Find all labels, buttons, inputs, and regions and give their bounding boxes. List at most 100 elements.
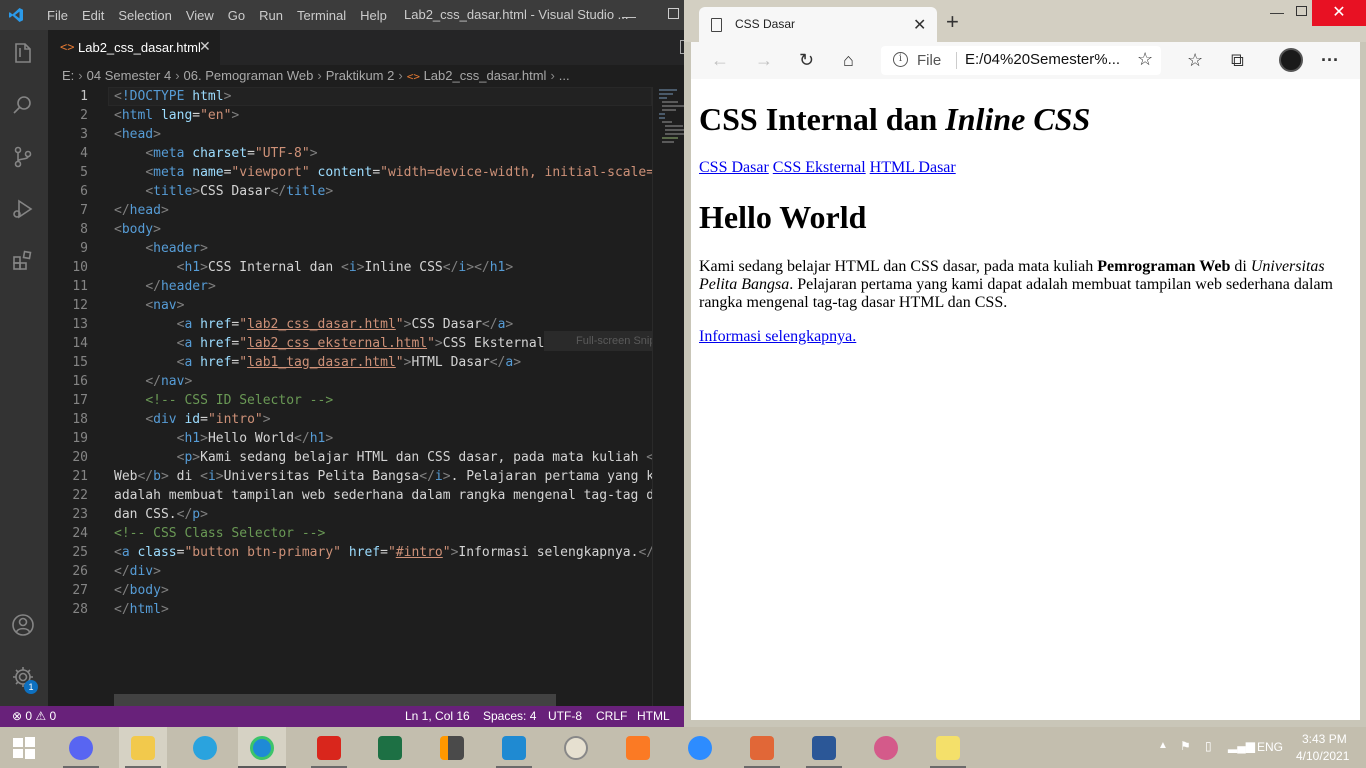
tab-lab2-css-dasar[interactable]: <> Lab2_css_dasar.html ✕ [48,30,220,65]
menu-edit[interactable]: Edit [75,8,111,23]
code-line[interactable]: </div> [114,562,161,581]
breadcrumb-course[interactable]: 06. Pemograman Web [184,68,314,83]
home-icon[interactable]: ⌂ [843,49,854,71]
breadcrumb-file[interactable]: Lab2_css_dasar.html [424,68,547,83]
more-options-icon[interactable]: ··· [1321,49,1339,71]
taskbar-sticky-notes[interactable] [924,727,972,768]
taskbar-vscode[interactable] [490,727,538,768]
browser-tab[interactable]: CSS Dasar ✕ [699,7,937,42]
horizontal-scrollbar[interactable] [114,694,556,706]
clock-time[interactable]: 3:43 PM [1302,732,1347,746]
add-favorite-icon[interactable]: ☆ [1137,48,1153,70]
address-bar[interactable]: i File E:/04%20Semester%... [881,46,1161,75]
taskbar-acrobat[interactable] [305,727,353,768]
network-icon[interactable]: ▂▄▆ [1228,739,1255,753]
source-control-icon[interactable] [10,144,36,170]
action-center-flag-icon[interactable]: ⚑ [1180,739,1191,753]
code-line[interactable]: <a href="lab2_css_eksternal.html">CSS Ek… [114,334,576,353]
taskbar-discord[interactable] [57,727,105,768]
minimize-button[interactable]: — [622,8,636,24]
clock-date[interactable]: 4/10/2021 [1296,749,1349,763]
code-line[interactable]: <!DOCTYPE html> [114,87,231,106]
close-tab-icon[interactable]: ✕ [913,15,926,35]
end-of-line[interactable]: CRLF [596,706,627,727]
link-css-dasar[interactable]: CSS Dasar [699,159,769,176]
back-icon[interactable]: ← [711,49,729,71]
new-tab-button[interactable]: + [946,11,959,33]
indentation[interactable]: Spaces: 4 [483,706,536,727]
menu-view[interactable]: View [179,8,221,23]
url-text[interactable]: E:/04%20Semester%... [965,51,1120,68]
taskbar-word[interactable] [800,727,848,768]
code-line[interactable]: <!-- CSS ID Selector --> [114,391,333,410]
forward-icon[interactable]: → [755,49,773,71]
menu-terminal[interactable]: Terminal [290,8,353,23]
minimap[interactable] [652,87,684,706]
code-line[interactable]: <nav> [114,296,184,315]
code-line[interactable]: <meta name="viewport" content="width=dev… [114,163,652,182]
close-icon[interactable]: ✕ [199,38,211,55]
code-line[interactable]: <body> [114,220,161,239]
menu-help[interactable]: Help [353,8,394,23]
menu-run[interactable]: Run [252,8,290,23]
info-icon[interactable]: i [893,52,908,67]
refresh-icon[interactable]: ↻ [799,49,814,71]
collections-icon[interactable]: ⧉ [1231,49,1244,71]
menu-file[interactable]: File [40,8,75,23]
code-line[interactable]: adalah membuat tampilan web sederhana da… [114,486,652,505]
code-line[interactable]: <html lang="en"> [114,106,239,125]
more-info-link[interactable]: Informasi selengkapnya. [699,328,856,346]
code-line[interactable]: <meta charset="UTF-8"> [114,144,317,163]
code-line[interactable]: <header> [114,239,208,258]
code-line[interactable]: <a class="button btn-primary" href="#int… [114,543,652,562]
taskbar-xampp[interactable] [614,727,662,768]
menu-selection[interactable]: Selection [111,8,178,23]
code-line[interactable]: <title>CSS Dasar</title> [114,182,333,201]
code-line[interactable]: dan CSS.</p> [114,505,208,524]
code-line[interactable]: </nav> [114,372,192,391]
profile-avatar[interactable] [1279,48,1303,72]
maximize-button[interactable] [668,8,679,19]
code-line[interactable]: <h1>Hello World</h1> [114,429,334,448]
code-line[interactable]: </html> [114,600,169,619]
code-line[interactable]: <head> [114,125,161,144]
taskbar-zoom[interactable] [676,727,724,768]
tray-overflow-icon[interactable]: ▲ [1158,740,1168,751]
maximize-button[interactable] [1296,6,1307,16]
minimize-button[interactable]: — [1270,4,1284,20]
link-html-dasar[interactable]: HTML Dasar [870,159,956,176]
cursor-position[interactable]: Ln 1, Col 16 [405,706,470,727]
language-mode[interactable]: HTML [637,706,670,727]
start-button[interactable] [0,727,48,768]
extensions-icon[interactable] [10,248,36,274]
code-line[interactable]: </head> [114,201,169,220]
code-line[interactable]: Web</b> di <i>Universitas Pelita Bangsa<… [114,467,652,486]
code-line[interactable]: <a href="lab1_tag_dasar.html">HTML Dasar… [114,353,521,372]
code-line[interactable]: <p>Kami sedang belajar HTML dan CSS dasa… [114,448,652,467]
code-line[interactable]: </body> [114,581,169,600]
search-icon[interactable] [10,92,36,118]
taskbar-matlab[interactable] [738,727,786,768]
encoding[interactable]: UTF-8 [548,706,582,727]
account-icon[interactable] [10,612,36,638]
explorer-icon[interactable] [10,40,36,66]
taskbar-snipping-tool[interactable] [862,727,910,768]
breadcrumb-semester[interactable]: 04 Semester 4 [87,68,172,83]
window-close-button[interactable]: ✕ [1312,0,1366,26]
menu-go[interactable]: Go [221,8,252,23]
taskbar-edge[interactable] [238,727,286,768]
taskbar-file-explorer[interactable] [119,727,167,768]
run-debug-icon[interactable] [10,196,36,222]
breadcrumb-praktikum[interactable]: Praktikum 2 [326,68,395,83]
code-line[interactable]: <a href="lab2_css_dasar.html">CSS Dasar<… [114,315,514,334]
taskbar-telegram[interactable] [181,727,229,768]
input-language[interactable]: ENG [1257,740,1283,754]
breadcrumb-drive[interactable]: E: [62,68,74,83]
breadcrumb-more[interactable]: ... [559,68,570,83]
problems-indicator[interactable]: ⊗ 0 ⚠ 0 [12,706,56,727]
code-line[interactable]: </header> [114,277,215,296]
taskbar-excel[interactable] [366,727,414,768]
favorites-icon[interactable]: ☆ [1187,49,1203,71]
code-line[interactable]: <h1>CSS Internal dan <i>Inline CSS</i></… [114,258,514,277]
taskbar-sublime[interactable] [428,727,476,768]
